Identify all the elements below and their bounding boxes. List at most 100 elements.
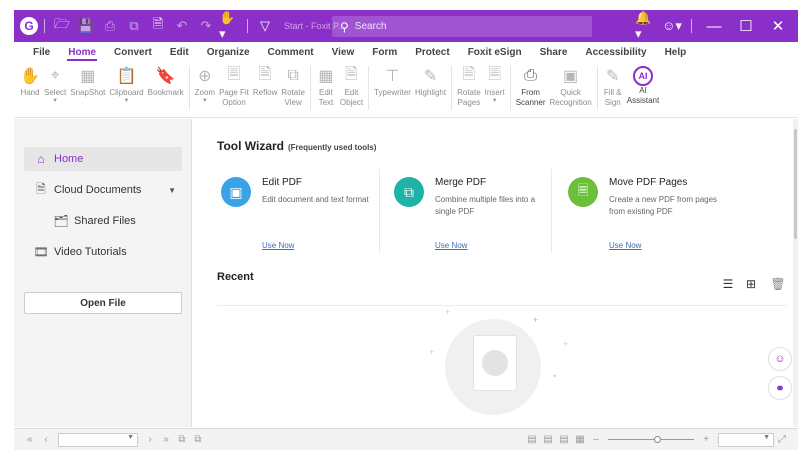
- use-now-link[interactable]: Use Now: [262, 241, 294, 250]
- page-number-input[interactable]: ▼: [58, 432, 138, 447]
- tab-share[interactable]: Share: [531, 42, 577, 62]
- film-icon: 🎞: [33, 245, 49, 259]
- save-icon[interactable]: 💾: [75, 15, 97, 37]
- tool-card-move-pdf-pages[interactable]: 🗏 Move PDF Pages Create a new PDF from p…: [564, 175, 734, 257]
- sidebar-item-video-tutorials[interactable]: 🎞 Video Tutorials: [24, 240, 182, 264]
- tab-organize[interactable]: Organize: [198, 42, 259, 62]
- delete-icon[interactable]: 🗑: [770, 277, 785, 291]
- single-page-view-icon[interactable]: ▤: [524, 432, 540, 448]
- continuous-facing-view-icon[interactable]: ▦: [572, 432, 588, 448]
- copy-icon[interactable]: ⧉: [123, 15, 145, 37]
- search-box[interactable]: ⚲: [332, 16, 592, 37]
- tab-protect[interactable]: Protect: [406, 42, 458, 62]
- reflow-button[interactable]: 🗎 Reflow: [251, 62, 279, 98]
- copy-page-icon[interactable]: ⧉: [174, 432, 190, 448]
- zoom-button[interactable]: ⊕ Zoom ▼: [193, 62, 217, 104]
- notification-bell-icon[interactable]: 🔔▾: [635, 10, 657, 41]
- bookmark-button[interactable]: 🔖 Bookmark: [146, 62, 186, 98]
- redo-icon[interactable]: ↷: [195, 15, 217, 37]
- use-now-link[interactable]: Use Now: [609, 241, 641, 250]
- tab-home[interactable]: Home: [59, 42, 105, 62]
- list-view-icon[interactable]: ☰: [721, 277, 735, 291]
- card-divider: [379, 169, 380, 253]
- scanner-icon: ⎙: [524, 67, 537, 84]
- zoom-in-icon[interactable]: +: [698, 432, 714, 448]
- sidebar-item-home[interactable]: ⌂ Home: [24, 147, 182, 171]
- rotate-pages-button[interactable]: 🗎 Rotate Pages: [455, 62, 483, 108]
- grid-view-icon[interactable]: ⊞: [744, 277, 758, 291]
- tab-form[interactable]: Form: [363, 42, 406, 62]
- card-divider: [551, 169, 552, 253]
- maximize-button[interactable]: ☐: [732, 10, 760, 42]
- rotate-view-button[interactable]: ⧉ Rotate View: [279, 62, 307, 108]
- facing-view-icon[interactable]: ▤: [556, 432, 572, 448]
- tool-card-merge-pdf[interactable]: ⧉ Merge PDF Combine multiple files into …: [390, 175, 560, 257]
- edit-object-button[interactable]: 🗎 Edit Object: [338, 62, 365, 108]
- ai-assistant-icon: AI: [632, 66, 653, 86]
- page-fit-option-button[interactable]: 🗏 Page Fit Option: [217, 62, 251, 108]
- ai-assistant-button[interactable]: AI AI Assistant: [625, 62, 661, 106]
- print-icon[interactable]: ⎙: [99, 15, 121, 37]
- sidebar-item-cloud-documents[interactable]: 🗎 Cloud Documents ▼: [24, 178, 182, 202]
- tab-file[interactable]: File: [24, 42, 59, 62]
- minimize-button[interactable]: —: [700, 10, 728, 42]
- undo-icon[interactable]: ↶: [171, 15, 193, 37]
- sparkle-icon: +: [445, 307, 451, 317]
- typewriter-button[interactable]: ⊤ Typewriter: [372, 62, 413, 98]
- tab-help[interactable]: Help: [656, 42, 696, 62]
- fill-sign-button[interactable]: ✎ Fill & Sign: [601, 62, 625, 108]
- open-file-button[interactable]: Open File: [24, 292, 182, 314]
- highlight-button[interactable]: ✎ Highlight: [413, 62, 448, 98]
- continuous-view-icon[interactable]: ▤: [540, 432, 556, 448]
- open-folder-icon[interactable]: 🗁: [51, 15, 73, 37]
- fullscreen-icon[interactable]: ⤢: [774, 432, 790, 448]
- tool-wizard-heading: Tool Wizard (Frequently used tools): [217, 139, 377, 153]
- support-headset-icon[interactable]: ⚭: [768, 376, 792, 400]
- foxit-logo-icon[interactable]: G: [20, 17, 38, 35]
- zoom-slider[interactable]: [608, 436, 694, 443]
- extract-page-icon[interactable]: ⧉: [190, 432, 206, 448]
- sidebar: ⌂ Home 🗎 Cloud Documents ▼ 🗂 Shared File…: [14, 119, 192, 427]
- new-document-icon[interactable]: 🗎: [147, 15, 169, 37]
- zoom-level-input[interactable]: ▼: [718, 432, 774, 447]
- edit-text-button[interactable]: ▦ Edit Text: [314, 62, 338, 108]
- last-page-icon[interactable]: »: [158, 432, 174, 448]
- first-page-icon[interactable]: «: [22, 432, 38, 448]
- use-now-link[interactable]: Use Now: [435, 241, 467, 250]
- close-button[interactable]: ✕: [764, 10, 792, 42]
- select-tool-button[interactable]: ⌖ Select ▼: [42, 62, 68, 104]
- insert-button[interactable]: 🗏 Insert ▼: [483, 62, 507, 105]
- chevron-down-icon[interactable]: ▼: [127, 434, 134, 441]
- next-page-icon[interactable]: ›: [142, 432, 158, 448]
- snapshot-button[interactable]: ▦ SnapShot: [68, 62, 107, 98]
- chevron-down-icon: ▼: [201, 98, 208, 104]
- tab-comment[interactable]: Comment: [259, 42, 323, 62]
- tab-foxit-esign[interactable]: Foxit eSign: [459, 42, 531, 62]
- sidebar-item-shared-files[interactable]: 🗂 Shared Files: [44, 209, 182, 233]
- previous-page-icon[interactable]: ‹: [38, 432, 54, 448]
- tool-card-edit-pdf[interactable]: ▣ Edit PDF Edit document and text format…: [217, 175, 387, 257]
- sidebar-item-label: Home: [54, 153, 84, 165]
- tab-view[interactable]: View: [323, 42, 364, 62]
- chevron-down-icon[interactable]: ▼: [763, 434, 770, 441]
- search-input[interactable]: [354, 21, 575, 32]
- account-icon[interactable]: ☺▾: [661, 15, 683, 37]
- vertical-scrollbar[interactable]: [793, 119, 798, 427]
- chevron-down-icon[interactable]: ▼: [168, 186, 176, 195]
- from-scanner-button[interactable]: ⎙ From Scanner: [514, 62, 548, 108]
- hand-tool-button[interactable]: ✋ Hand: [18, 62, 42, 98]
- tab-edit[interactable]: Edit: [161, 42, 198, 62]
- zoom-slider-thumb[interactable]: [654, 436, 661, 443]
- tab-convert[interactable]: Convert: [105, 42, 161, 62]
- ai-chat-float-icon[interactable]: ☺: [768, 347, 792, 371]
- bookmark-icon: 🔖: [155, 68, 176, 85]
- zoom-out-icon[interactable]: –: [588, 432, 604, 448]
- clipboard-button[interactable]: 📋 Clipboard ▼: [107, 62, 145, 104]
- quick-recognition-button[interactable]: ▣ Quick Recognition: [547, 62, 593, 108]
- scrollbar-thumb[interactable]: [794, 129, 797, 239]
- hand-tool-dropdown-icon[interactable]: ✋▾: [219, 10, 241, 41]
- clock-icon: [482, 350, 508, 376]
- tab-accessibility[interactable]: Accessibility: [576, 42, 655, 62]
- customize-toolbar-icon[interactable]: ▽: [254, 15, 276, 37]
- sparkle-icon: •: [553, 371, 557, 381]
